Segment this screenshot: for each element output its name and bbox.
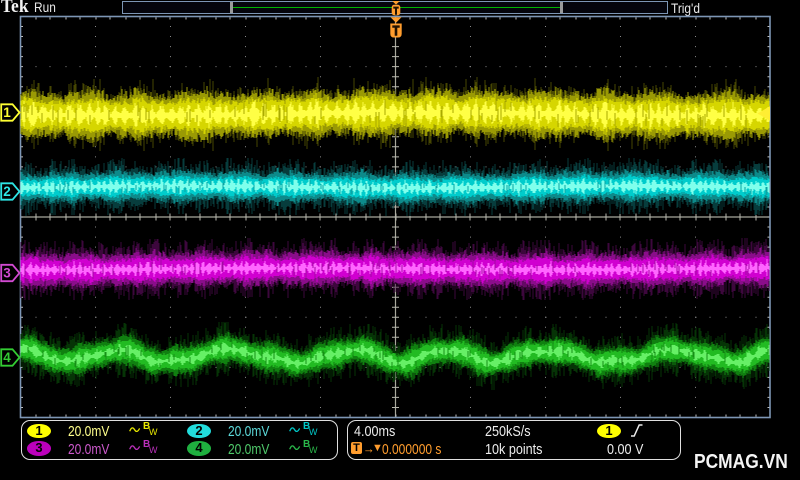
svg-text:3: 3 <box>3 266 11 281</box>
svg-text:2: 2 <box>3 184 11 199</box>
svg-text:1: 1 <box>3 105 11 120</box>
svg-text:4: 4 <box>3 350 11 365</box>
